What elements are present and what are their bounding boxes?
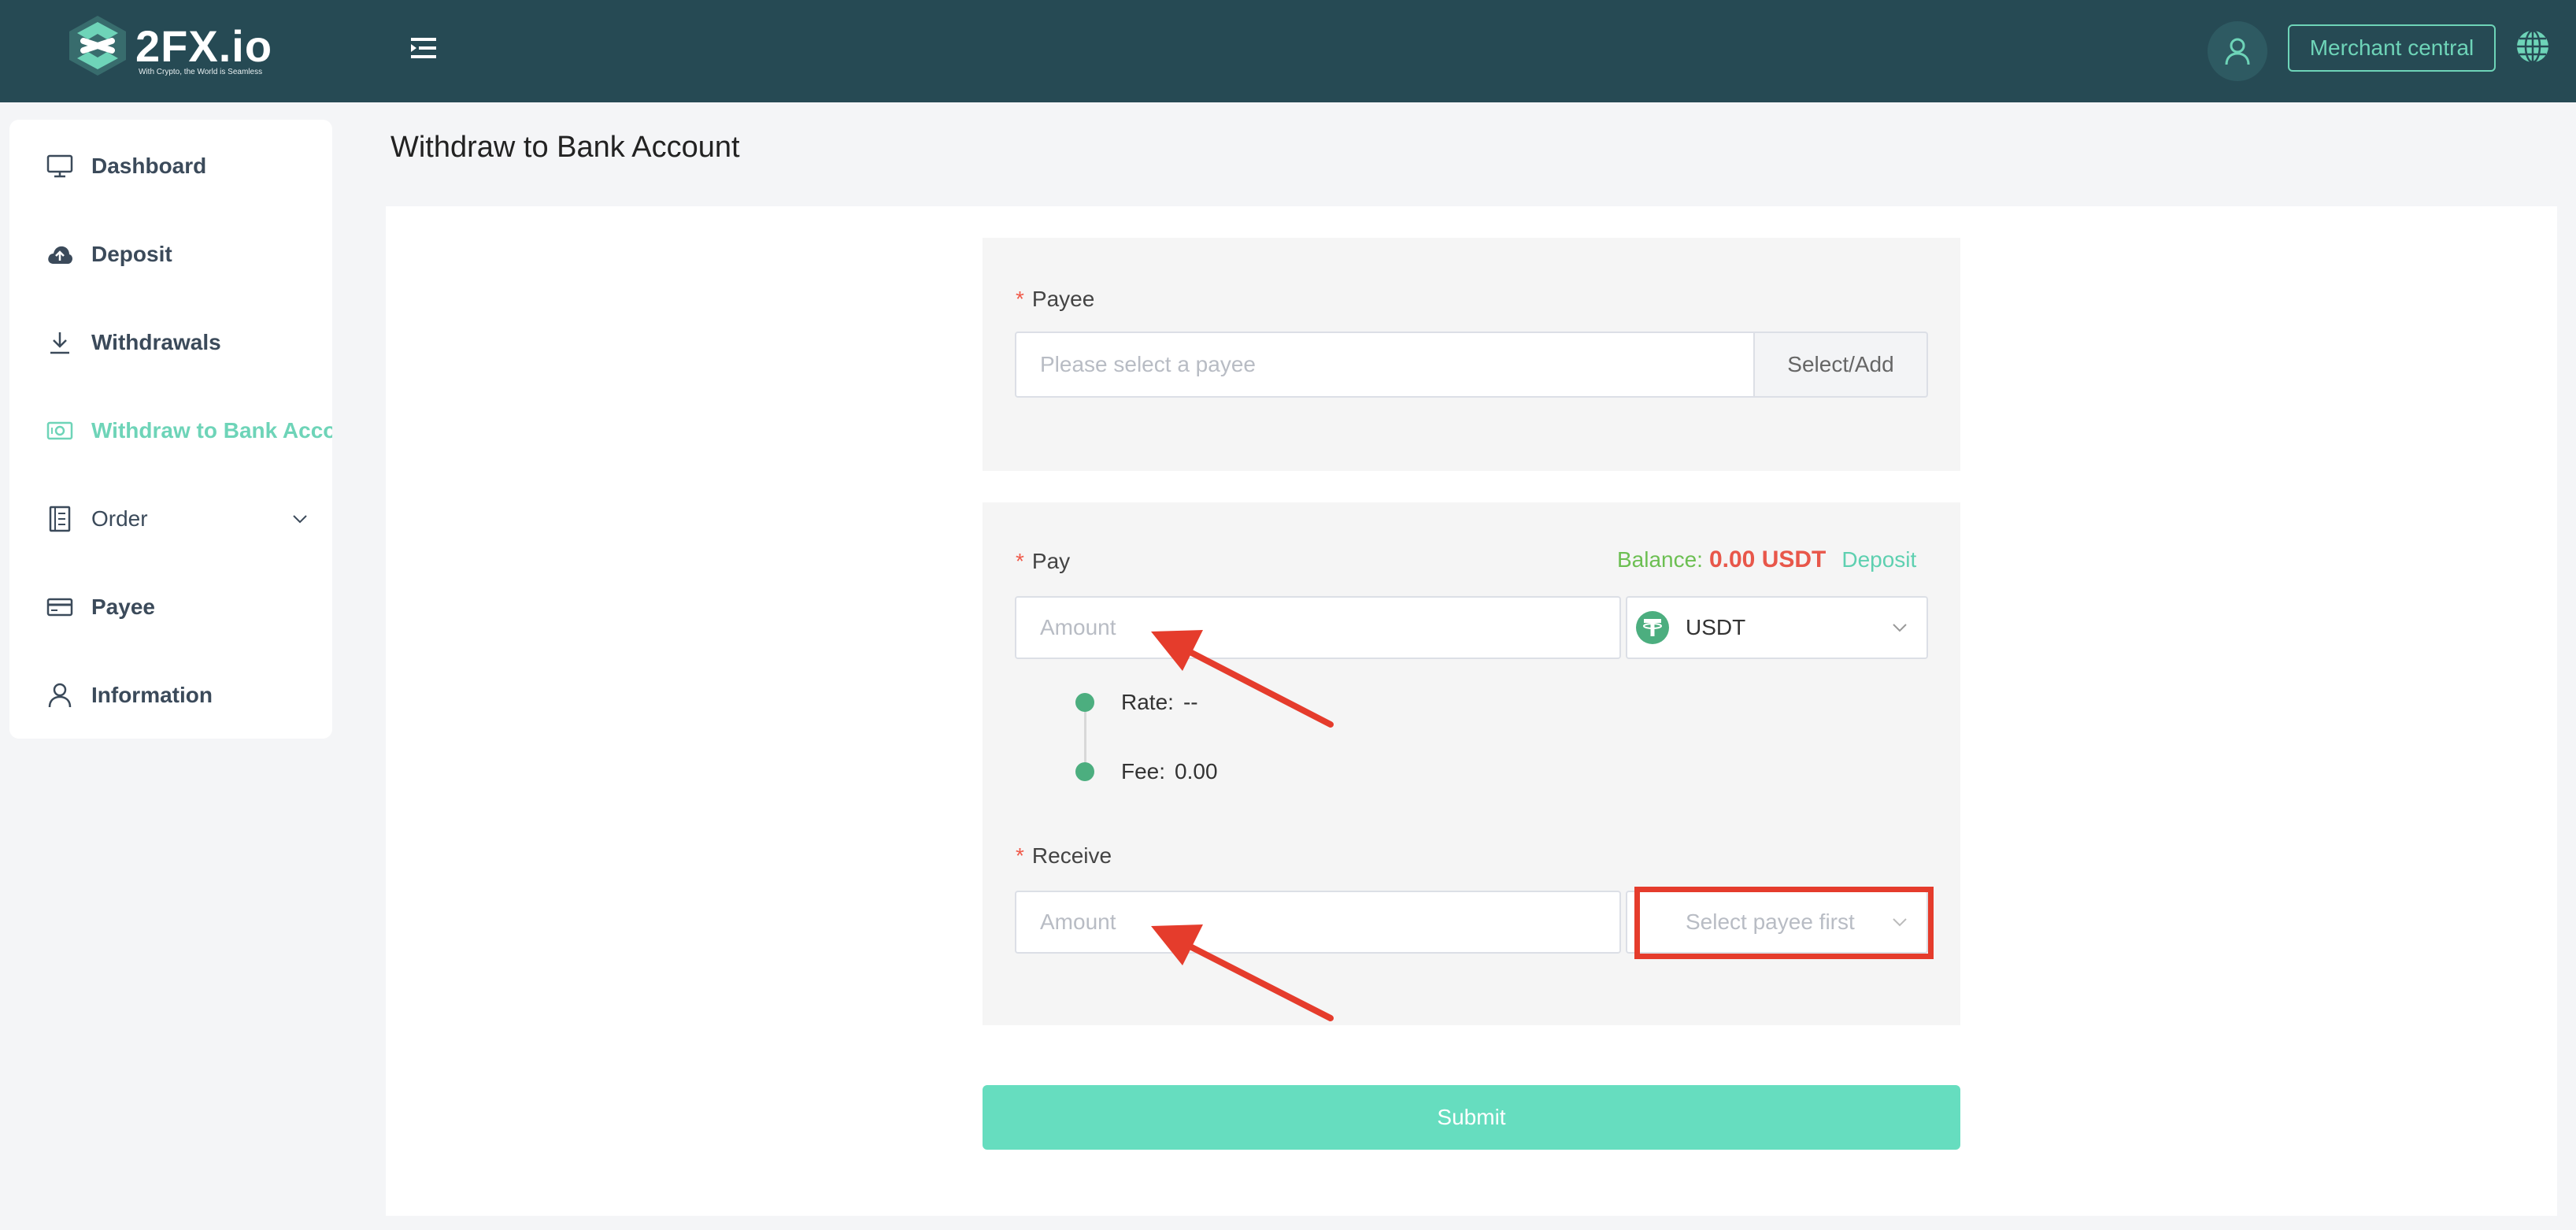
balance-label: Balance: bbox=[1617, 547, 1703, 572]
tether-icon bbox=[1636, 611, 1669, 644]
sidebar-item-label: Information bbox=[91, 683, 213, 707]
sidebar: Dashboard Deposit Withdrawals Withdraw t… bbox=[9, 120, 332, 739]
fee-dot bbox=[1075, 762, 1094, 781]
sidebar-item-dashboard[interactable]: Dashboard bbox=[9, 127, 332, 206]
logo-tagline: With Crypto, the World is Seamless bbox=[139, 68, 263, 76]
language-globe-icon[interactable] bbox=[2515, 28, 2551, 65]
receive-amount-input[interactable]: Amount bbox=[1015, 891, 1621, 954]
payee-label-text: Payee bbox=[1031, 287, 1095, 311]
sidebar-item-label: Withdrawals bbox=[91, 330, 221, 354]
merchant-central-button[interactable]: Merchant central bbox=[2288, 24, 2496, 72]
rate-dot bbox=[1075, 693, 1094, 712]
user-icon bbox=[2225, 38, 2250, 65]
pay-label: * Pay bbox=[1016, 549, 1070, 574]
top-bar: 2FX.io With Crypto, the World is Seamles… bbox=[0, 0, 2576, 102]
logo-text: 2FX.io bbox=[135, 21, 273, 71]
annotation-highlight-box bbox=[1634, 887, 1934, 959]
required-mark: * bbox=[1016, 843, 1024, 868]
fee-row: Fee: 0.00 bbox=[1121, 759, 1218, 784]
receive-label: * Receive bbox=[1016, 843, 1112, 869]
chevron-down-icon bbox=[1893, 624, 1907, 632]
sidebar-item-information[interactable]: Information bbox=[9, 656, 332, 735]
fee-label: Fee: bbox=[1121, 759, 1166, 784]
receive-label-text: Receive bbox=[1031, 843, 1112, 868]
sidebar-item-label: Withdraw to Bank Acco bbox=[91, 418, 332, 443]
logo-mark-icon bbox=[69, 16, 126, 76]
menu-toggle-icon[interactable] bbox=[408, 35, 439, 61]
fee-value: 0.00 bbox=[1175, 759, 1218, 784]
sidebar-item-label: Payee bbox=[91, 595, 155, 619]
pay-amount-input[interactable]: Amount bbox=[1015, 596, 1621, 659]
payee-label: * Payee bbox=[1016, 287, 1094, 312]
submit-button[interactable]: Submit bbox=[983, 1085, 1960, 1150]
balance-value: 0.00 USDT bbox=[1708, 546, 1827, 572]
cloud-upload-icon bbox=[44, 239, 76, 270]
sidebar-item-label: Dashboard bbox=[91, 154, 207, 178]
credit-card-icon bbox=[44, 591, 76, 623]
document-list-icon bbox=[44, 503, 76, 535]
brand-logo[interactable]: 2FX.io With Crypto, the World is Seamles… bbox=[66, 11, 287, 90]
rate-value: -- bbox=[1183, 690, 1198, 714]
pay-currency-select[interactable]: USDT bbox=[1626, 596, 1928, 659]
chevron-down-icon bbox=[293, 515, 307, 524]
sidebar-item-withdraw-to-bank[interactable]: Withdraw to Bank Acco bbox=[9, 391, 332, 470]
page-title: Withdraw to Bank Account bbox=[390, 131, 740, 164]
download-icon bbox=[44, 327, 76, 358]
required-mark: * bbox=[1016, 549, 1024, 573]
rate-label: Rate: bbox=[1121, 690, 1174, 714]
rate-row: Rate: -- bbox=[1121, 690, 1198, 715]
user-icon bbox=[44, 680, 76, 711]
pay-label-text: Pay bbox=[1031, 549, 1071, 573]
sidebar-item-payee[interactable]: Payee bbox=[9, 568, 332, 646]
monitor-icon bbox=[44, 150, 76, 182]
required-mark: * bbox=[1016, 287, 1024, 311]
user-avatar-button[interactable] bbox=[2208, 21, 2267, 81]
sidebar-item-label: Deposit bbox=[91, 242, 172, 266]
deposit-link[interactable]: Deposit bbox=[1841, 547, 1916, 572]
sidebar-item-deposit[interactable]: Deposit bbox=[9, 215, 332, 294]
sidebar-item-withdrawals[interactable]: Withdrawals bbox=[9, 303, 332, 382]
banknote-icon bbox=[44, 415, 76, 446]
select-add-payee-button[interactable]: Select/Add bbox=[1755, 332, 1928, 398]
sidebar-item-order[interactable]: Order bbox=[9, 480, 332, 558]
balance-info: Balance: 0.00 USDT Deposit bbox=[1617, 546, 1916, 573]
pay-currency-value: USDT bbox=[1686, 615, 1746, 639]
sidebar-item-label: Order bbox=[91, 506, 148, 531]
payee-input[interactable]: Please select a payee bbox=[1015, 332, 1755, 398]
